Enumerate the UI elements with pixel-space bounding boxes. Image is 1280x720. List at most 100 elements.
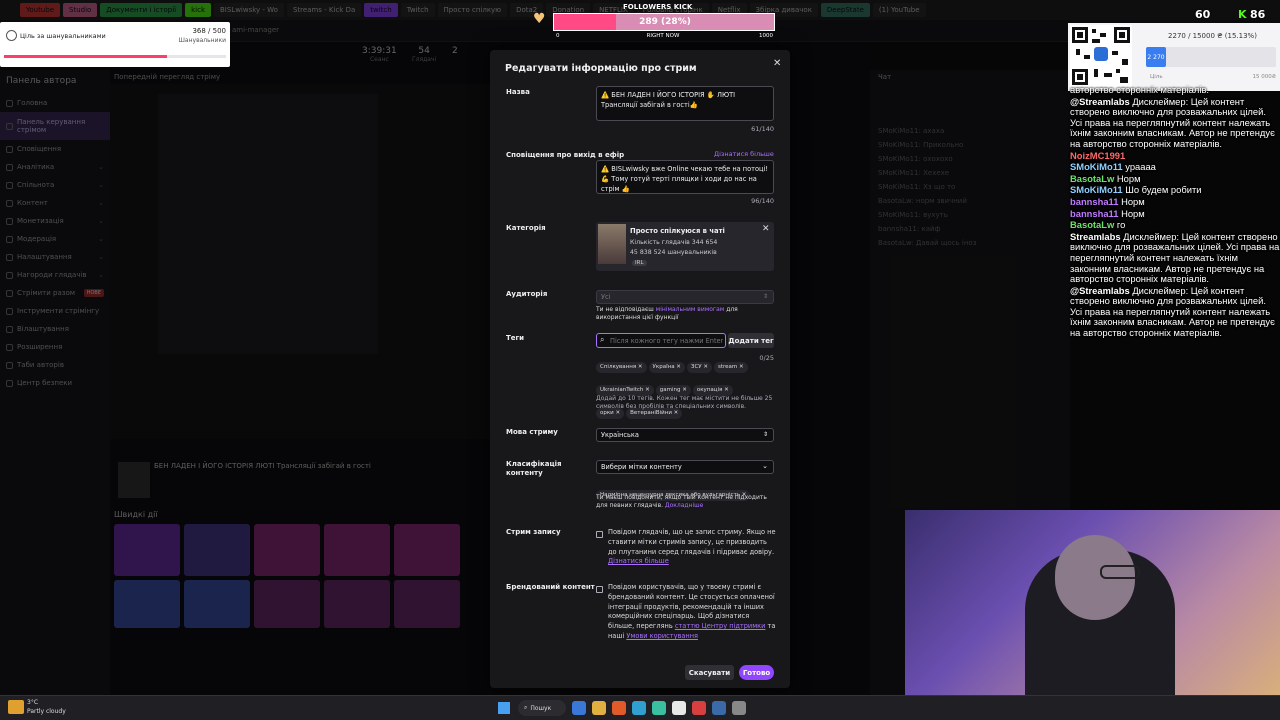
address-hint[interactable]: ami-manager xyxy=(232,26,279,34)
browser-tab[interactable]: Документи і історії xyxy=(100,3,183,17)
category-card[interactable]: Просто спілкуюся в чаті Кількість глядач… xyxy=(596,222,774,271)
language-value: Українська xyxy=(601,431,639,439)
sidebar-item[interactable]: Налаштування ⌄ xyxy=(0,248,110,266)
browser-tab[interactable]: Twitch xyxy=(400,3,435,17)
tag-chip[interactable]: ЗСУ ✕ xyxy=(686,362,712,373)
notification-input[interactable]: ⚠️ BISLwiwsky вже Online чекаю тебе на п… xyxy=(596,160,774,194)
audience-requirements-link[interactable]: мінімальним вимогам xyxy=(656,306,725,313)
sidebar-item[interactable]: Розширення xyxy=(0,338,110,356)
remove-tag-icon[interactable]: ✕ xyxy=(737,364,744,370)
language-select[interactable]: Українська ⇕ xyxy=(596,428,774,442)
remove-tag-icon[interactable]: ✕ xyxy=(722,387,729,393)
kick-icon: K xyxy=(1238,8,1247,21)
sidebar-item[interactable]: Панель керування стрімом xyxy=(0,112,110,140)
taskbar-app-icon[interactable] xyxy=(712,701,726,715)
taskbar-app-icon[interactable] xyxy=(592,701,606,715)
learn-more-link[interactable]: Дізнатися більше xyxy=(714,150,774,158)
taskbar-search[interactable]: ⌕ Пошук xyxy=(518,700,566,716)
chevron-down-icon: ⌄ xyxy=(98,181,104,189)
sidebar-item[interactable]: Центр безпеки xyxy=(0,374,110,392)
browser-tab[interactable]: BISLwiwsky - Wo xyxy=(214,3,284,17)
taskbar-app-icon[interactable] xyxy=(572,701,586,715)
nav-icon xyxy=(6,289,13,297)
add-tag-button[interactable]: Додати тег xyxy=(728,333,774,348)
quick-action-tile[interactable] xyxy=(394,580,460,628)
taskbar-app-icon[interactable] xyxy=(632,701,646,715)
tag-chip[interactable]: Спілкування ✕ xyxy=(596,362,647,373)
recording-checkbox[interactable] xyxy=(596,531,603,538)
chat-message: bannsha11: кайф xyxy=(878,225,941,233)
remove-tag-icon[interactable]: ✕ xyxy=(636,364,643,370)
classification-select[interactable]: Вибери мітки контенту ⌄ xyxy=(596,460,774,474)
chat-message: BasotaLw: Давай щось іноз xyxy=(878,239,977,247)
tag-chip[interactable]: stream ✕ xyxy=(714,362,748,373)
sidebar-item[interactable]: Стрімити разом НОВЕ xyxy=(0,284,110,302)
terms-link[interactable]: Умови користування xyxy=(626,632,698,640)
recording-learn-more-link[interactable]: Дізнатися більше xyxy=(608,557,669,565)
tag-chip-label: Україна xyxy=(652,364,675,370)
sidebar-item[interactable]: Нагороди глядачів ⌄ xyxy=(0,266,110,284)
sidebar-item[interactable]: Вілаштування xyxy=(0,320,110,338)
overlay-chat-user: bannsha11 xyxy=(1070,195,1119,207)
browser-tab[interactable]: Studio xyxy=(63,3,98,17)
remove-tag-icon[interactable]: ✕ xyxy=(680,387,687,393)
tag-chip[interactable]: Україна ✕ xyxy=(648,362,685,373)
taskbar-app-icon[interactable] xyxy=(652,701,666,715)
quick-action-tile[interactable] xyxy=(184,524,250,576)
sidebar-item[interactable]: Контент ⌄ xyxy=(0,194,110,212)
quick-action-tile[interactable] xyxy=(114,580,180,628)
quick-action-tile[interactable] xyxy=(114,524,180,576)
classification-details-link[interactable]: Докладніше xyxy=(665,502,703,509)
done-button[interactable]: Готово xyxy=(739,665,774,680)
browser-tab[interactable]: Streams - Kick Da xyxy=(286,3,362,17)
quick-action-tile[interactable] xyxy=(324,524,390,576)
taskbar-app-icon[interactable] xyxy=(672,701,686,715)
creator-sidebar: Панель автора Головна Панель керування ст… xyxy=(0,70,110,695)
quick-action-tile[interactable] xyxy=(254,524,320,576)
sidebar-item-label: Центр безпеки xyxy=(17,379,73,387)
audience-select[interactable]: Усі ⇕ xyxy=(596,290,774,304)
quick-action-tile[interactable] xyxy=(324,580,390,628)
remove-category-icon[interactable]: ✕ xyxy=(762,224,770,234)
browser-tab[interactable]: (1) YouTube xyxy=(872,3,926,17)
sidebar-item[interactable]: Спільнота ⌄ xyxy=(0,176,110,194)
nav-icon xyxy=(6,361,13,369)
browser-tab[interactable]: twitch xyxy=(364,3,398,17)
cancel-button[interactable]: Скасувати xyxy=(685,665,734,680)
category-followers: 45 838 524 шанувальників xyxy=(630,249,717,256)
quick-action-tile[interactable] xyxy=(254,580,320,628)
overlay-chat-message: bannsha11 Норм xyxy=(1070,208,1280,220)
browser-tab[interactable]: Youtube xyxy=(20,3,60,17)
stream-info-row[interactable]: БЕН ЛАДЕН І ЙОГО ІСТОРІЯ ЛЮТІ Трансляції… xyxy=(114,462,486,502)
browser-tab[interactable]: kick xyxy=(185,3,211,17)
browser-tab[interactable]: DeepState xyxy=(820,3,870,17)
sidebar-item[interactable]: Головна xyxy=(0,94,110,112)
taskbar-app-icon[interactable] xyxy=(612,701,626,715)
browser-tab[interactable]: Просто спілкую xyxy=(437,3,508,17)
support-article-link[interactable]: статтю Центру підтримки xyxy=(675,622,766,630)
overlay-chat-user: NoizMC1991 xyxy=(1070,149,1126,161)
tag-input-wrapper[interactable]: ⌕ xyxy=(596,333,726,348)
remove-tag-icon[interactable]: ✕ xyxy=(643,387,650,393)
branded-checkbox[interactable] xyxy=(596,586,603,593)
followers-kick-widget: ♥ FOLLOWERS KICK 289 (28%) 0 RIGHT NOW 1… xyxy=(533,3,775,41)
stream-preview xyxy=(110,84,490,439)
taskbar-app-icon[interactable] xyxy=(732,701,746,715)
tag-input[interactable] xyxy=(610,335,723,346)
sidebar-item[interactable]: Таби авторів xyxy=(0,356,110,374)
remove-tag-icon[interactable]: ✕ xyxy=(702,364,708,370)
sidebar-item[interactable]: Модерація ⌄ xyxy=(0,230,110,248)
sidebar-item[interactable]: Сповіщення xyxy=(0,140,110,158)
sidebar-item[interactable]: Інструменти стрімінгу xyxy=(0,302,110,320)
overlay-chat-text: ураааа xyxy=(1125,161,1156,173)
remove-tag-icon[interactable]: ✕ xyxy=(675,364,681,370)
sidebar-item[interactable]: Монетизація ⌄ xyxy=(0,212,110,230)
quick-action-tile[interactable] xyxy=(184,580,250,628)
taskbar-app-icon[interactable] xyxy=(692,701,706,715)
windows-start-icon[interactable] xyxy=(498,702,510,714)
close-icon[interactable]: ✕ xyxy=(773,58,781,69)
title-input[interactable]: ⚠️ БЕН ЛАДЕН І ЙОГО ІСТОРІЯ ✋ ЛЮТІ Транс… xyxy=(596,86,774,121)
stat-value: 2 xyxy=(452,46,458,56)
sidebar-item[interactable]: Аналітика ⌄ xyxy=(0,158,110,176)
quick-action-tile[interactable] xyxy=(394,524,460,576)
